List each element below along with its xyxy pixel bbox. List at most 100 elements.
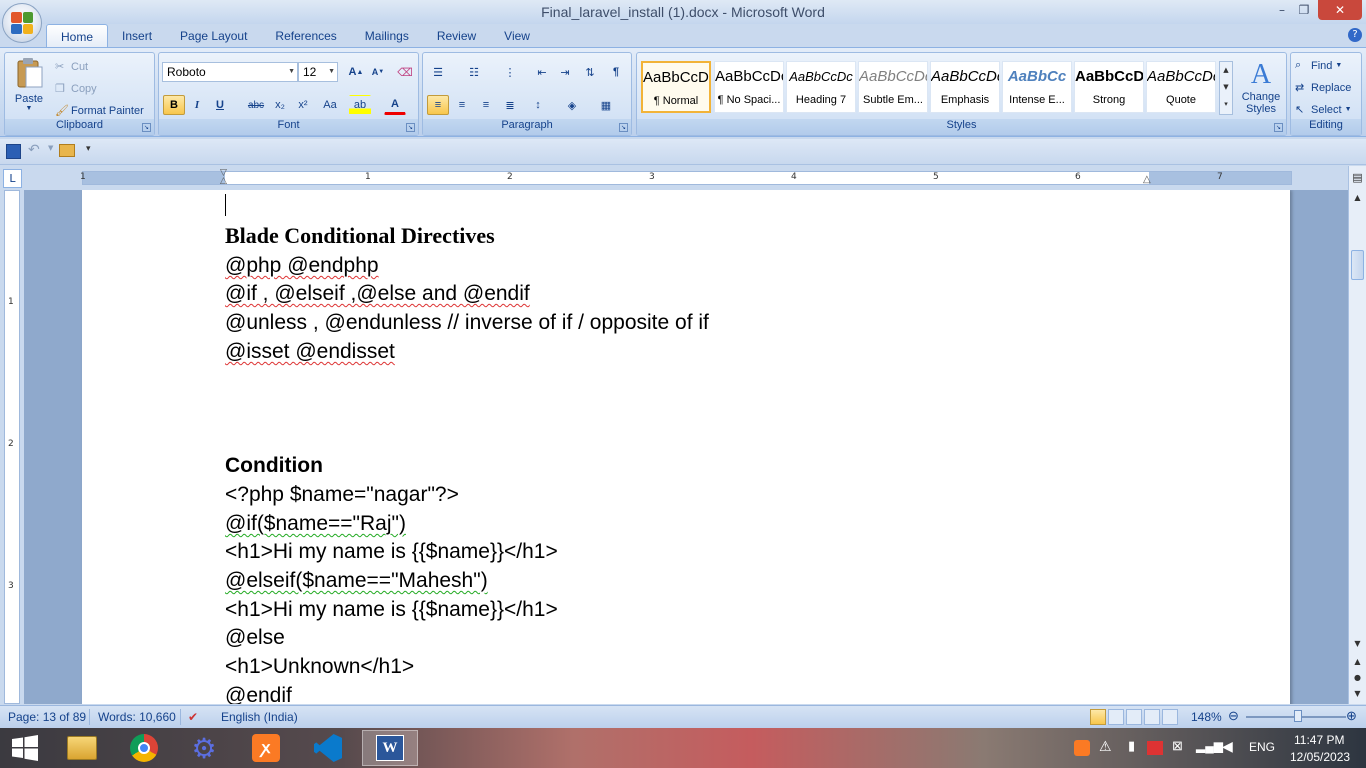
style-no-spacing[interactable]: AaBbCcDc ¶ No Spaci... xyxy=(714,61,784,113)
styles-scroll[interactable]: ▲ ▼ ▾ xyxy=(1219,61,1233,115)
taskbar-settings[interactable]: ⚙ xyxy=(176,730,232,766)
previous-page-icon[interactable]: ▲ xyxy=(1349,654,1366,670)
clock-date[interactable]: 12/05/2023 xyxy=(1290,750,1350,764)
bullets-button[interactable]: ☰ xyxy=(427,62,449,82)
taskbar-file-explorer[interactable] xyxy=(54,730,110,766)
language-status[interactable]: English (India) xyxy=(221,710,298,724)
grow-font-button[interactable]: A ▲ xyxy=(345,62,367,82)
xampp-tray-icon[interactable] xyxy=(1074,740,1090,756)
dialog-launcher-icon[interactable]: ↘ xyxy=(142,123,151,132)
taskbar-xampp[interactable]: ꭗ xyxy=(238,730,294,766)
web-layout-icon[interactable] xyxy=(1126,709,1142,725)
align-center-button[interactable]: ≡ xyxy=(451,95,473,115)
decrease-indent-button[interactable]: ⇤ xyxy=(531,62,553,82)
style-normal[interactable]: AaBbCcDc ¶ Normal xyxy=(641,61,711,113)
borders-button[interactable]: ▦ xyxy=(595,95,617,115)
close-button[interactable]: ✕ xyxy=(1318,0,1362,20)
tab-insert[interactable]: Insert xyxy=(108,24,166,48)
multilevel-list-button[interactable]: ⋮ xyxy=(499,62,521,82)
print-layout-icon[interactable] xyxy=(1090,709,1106,725)
outline-icon[interactable] xyxy=(1144,709,1160,725)
change-case-button[interactable]: Aa xyxy=(319,95,341,115)
tab-references[interactable]: References xyxy=(261,24,350,48)
network-warning-icon[interactable]: ⚠ xyxy=(1099,738,1112,755)
dialog-launcher-icon[interactable]: ↘ xyxy=(1274,123,1283,132)
network-icon[interactable]: ⊠ xyxy=(1172,738,1183,754)
justify-button[interactable]: ≣ xyxy=(499,95,521,115)
indent-marker-icon[interactable]: ▽ △ xyxy=(220,169,230,186)
document-page[interactable]: Blade Conditional Directives @php @endph… xyxy=(82,190,1290,704)
font-color-button[interactable]: A xyxy=(384,95,406,115)
show-marks-button[interactable]: ¶ xyxy=(605,62,627,82)
input-language[interactable]: ENG xyxy=(1249,740,1275,754)
italic-button[interactable]: I xyxy=(186,95,208,115)
word-count[interactable]: Words: 10,660 xyxy=(98,710,176,724)
open-folder-icon[interactable] xyxy=(59,144,75,157)
format-painter-button[interactable]: 🖌 Format Painter xyxy=(55,104,144,118)
tab-mailings[interactable]: Mailings xyxy=(351,24,423,48)
copy-button[interactable]: ❐ Copy xyxy=(55,82,97,96)
browse-object-icon[interactable]: ● xyxy=(1349,670,1366,686)
superscript-button[interactable]: x² xyxy=(292,95,314,115)
taskbar-chrome[interactable] xyxy=(116,730,172,766)
clock-time[interactable]: 11:47 PM xyxy=(1294,733,1344,747)
zoom-out-icon[interactable]: ⊖ xyxy=(1228,708,1239,724)
line-spacing-button[interactable]: ↕ xyxy=(527,95,549,115)
style-emphasis[interactable]: AaBbCcDc Emphasis xyxy=(930,61,1000,113)
subscript-button[interactable]: x₂ xyxy=(269,95,291,115)
customize-toolbar-icon[interactable]: ▾ xyxy=(86,144,91,154)
scroll-down-arrow[interactable]: ▼ xyxy=(1349,636,1366,652)
style-intense-emphasis[interactable]: AaBbCc Intense E... xyxy=(1002,61,1072,113)
full-screen-reading-icon[interactable] xyxy=(1108,709,1124,725)
style-quote[interactable]: AaBbCcDc Quote xyxy=(1146,61,1216,113)
tab-home[interactable]: Home xyxy=(46,24,109,48)
tab-view[interactable]: View xyxy=(490,24,544,48)
undo-icon[interactable]: ↶ xyxy=(28,142,40,158)
strikethrough-button[interactable]: abc xyxy=(245,95,267,115)
scroll-up-arrow[interactable]: ▲ xyxy=(1349,190,1366,206)
taskbar-vscode[interactable] xyxy=(300,730,356,766)
dialog-launcher-icon[interactable]: ↘ xyxy=(619,123,628,132)
chevron-down-icon[interactable]: ▼ xyxy=(48,144,53,152)
view-ruler-icon[interactable]: ▤ xyxy=(1349,170,1366,186)
font-family-select[interactable]: Roboto ▼ xyxy=(162,62,298,82)
volume-icon[interactable]: ◀ xyxy=(1222,738,1233,755)
zoom-level[interactable]: 148% xyxy=(1191,710,1222,724)
shrink-font-button[interactable]: A ▼ xyxy=(367,62,389,82)
align-left-button[interactable]: ≡ xyxy=(427,95,449,115)
horizontal-ruler[interactable]: 1 1 2 3 4 5 6 7 ▽ △ △ xyxy=(80,169,1292,186)
clear-formatting-button[interactable]: ⌫ xyxy=(394,62,416,82)
proofing-icon[interactable]: ✔ xyxy=(188,710,198,724)
cut-button[interactable]: ✂ Cut xyxy=(55,60,88,74)
style-strong[interactable]: AaBbCcDc Strong xyxy=(1074,61,1144,113)
find-button[interactable]: ⌕ Find ▼ xyxy=(1295,59,1342,72)
change-styles-button[interactable]: A Change Styles xyxy=(1239,59,1283,115)
dialog-launcher-icon[interactable]: ↘ xyxy=(406,123,415,132)
media-tray-icon[interactable] xyxy=(1147,741,1163,755)
sort-button[interactable]: ⇅ xyxy=(579,62,601,82)
start-button[interactable] xyxy=(0,730,50,766)
office-button[interactable] xyxy=(2,3,42,43)
tab-selector[interactable]: L xyxy=(3,169,22,188)
numbering-button[interactable]: ☷ xyxy=(463,62,485,82)
right-indent-icon[interactable]: △ xyxy=(1143,174,1151,185)
style-heading-7[interactable]: AaBbCcDc Heading 7 xyxy=(786,61,856,113)
replace-button[interactable]: ⇄ Replace xyxy=(1295,81,1351,95)
shading-button[interactable]: ◈ xyxy=(561,95,583,115)
increase-indent-button[interactable]: ⇥ xyxy=(554,62,576,82)
select-button[interactable]: ↖ Select ▼ xyxy=(1295,103,1352,117)
battery-icon[interactable]: ▮ xyxy=(1128,738,1135,754)
align-right-button[interactable]: ≡ xyxy=(475,95,497,115)
draft-icon[interactable] xyxy=(1162,709,1178,725)
save-icon[interactable] xyxy=(6,144,21,159)
paste-button[interactable]: Paste ▼ xyxy=(11,57,47,115)
underline-button[interactable]: U xyxy=(209,95,231,115)
zoom-slider-thumb[interactable] xyxy=(1294,710,1302,722)
scroll-thumb[interactable] xyxy=(1351,250,1364,280)
help-icon[interactable]: ? xyxy=(1348,28,1362,42)
highlight-button[interactable]: ab xyxy=(349,95,371,115)
tab-review[interactable]: Review xyxy=(423,24,490,48)
page-count[interactable]: Page: 13 of 89 xyxy=(8,710,86,724)
vertical-scrollbar[interactable]: ▤ ▲ ▼ ▲ ● ▼ xyxy=(1348,166,1366,704)
bold-button[interactable]: B xyxy=(163,95,185,115)
